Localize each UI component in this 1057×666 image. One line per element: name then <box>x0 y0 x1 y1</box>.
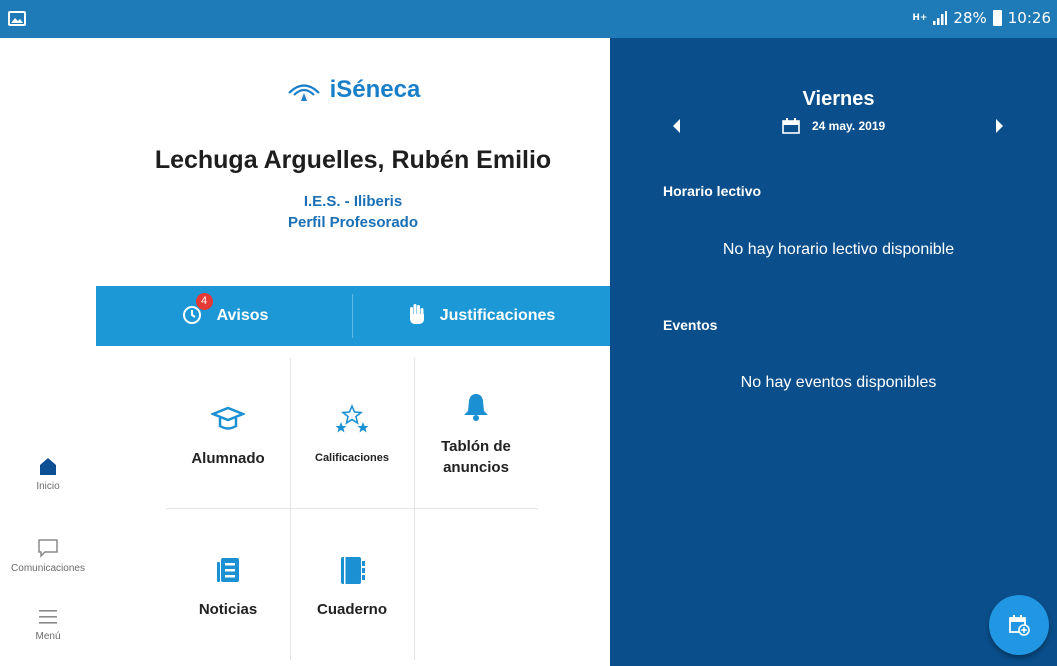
eventos-empty: No hay eventos disponibles <box>740 374 937 391</box>
stars-icon <box>290 403 414 441</box>
battery-percent: 28% <box>953 9 987 27</box>
shortcut-label: Tablón de anuncios <box>441 438 511 476</box>
tab-label: Justificaciones <box>439 307 556 324</box>
graduation-cap-icon <box>166 406 290 437</box>
notebook-icon <box>290 555 414 590</box>
previous-day-button[interactable] <box>673 119 680 133</box>
tab-divider <box>352 294 353 338</box>
tab-label: Avisos <box>216 307 269 324</box>
shortcut-grid: Alumnado Calificaciones Tablón de anunci… <box>166 358 538 660</box>
tab-avisos[interactable]: 4 Avisos <box>96 286 353 346</box>
shortcut-label: Calificaciones <box>315 452 389 464</box>
gallery-icon <box>8 11 26 26</box>
bell-icon <box>414 392 538 427</box>
horario-empty: No hay horario lectivo disponible <box>722 241 955 258</box>
rail-label: Inicio <box>36 481 60 492</box>
shortcut-label: Alumnado <box>191 450 265 467</box>
network-type: H+ <box>912 13 928 23</box>
agenda-day: Viernes <box>802 88 875 110</box>
rail-item-comunicaciones[interactable]: Comunicaciones <box>0 538 96 574</box>
next-day-button[interactable] <box>996 119 1003 133</box>
tab-justificaciones[interactable]: Justificaciones <box>353 286 610 346</box>
home-icon <box>40 458 56 475</box>
signal-icon <box>933 11 948 25</box>
tab-bar: 4 Avisos Justificaciones <box>96 286 610 346</box>
rail-item-menu[interactable]: Menú <box>0 608 96 642</box>
shortcut-cuaderno[interactable]: Cuaderno <box>290 509 414 660</box>
add-event-button[interactable] <box>989 595 1049 655</box>
battery-icon <box>992 10 1002 26</box>
clock: 10:26 <box>1007 9 1051 27</box>
shortcut-label: Cuaderno <box>316 601 387 618</box>
eventos-title: Eventos <box>663 317 718 333</box>
school-name: I.E.S. - Iliberis <box>303 193 403 210</box>
status-indicators: H+ 28% 10:26 <box>912 9 1051 27</box>
rail-label: Menú <box>35 631 61 642</box>
school-info: I.E.S. - Iliberis Perfil Profesorado <box>96 191 610 233</box>
agenda-panel: Viernes 24 may. 2019 Horario lectivo No … <box>610 38 1057 666</box>
user-name: Lechuga Arguelles, Rubén Emilio <box>154 146 552 174</box>
rail-label: Comunicaciones <box>11 563 85 574</box>
logo-text: iSéneca <box>329 76 421 103</box>
app-logo: iSéneca <box>96 76 610 104</box>
shortcut-calificaciones[interactable]: Calificaciones <box>290 358 414 509</box>
calendar-icon <box>782 118 800 134</box>
shortcut-alumnado[interactable]: Alumnado <box>166 358 290 509</box>
alarm-clock-icon: 4 <box>181 292 213 330</box>
horario-title: Horario lectivo <box>663 183 762 199</box>
calendar-add-icon <box>1009 615 1030 636</box>
agenda-date[interactable]: 24 may. 2019 <box>782 118 885 134</box>
nav-rail: Inicio Comunicaciones Menú <box>0 38 96 666</box>
shortcut-tablon[interactable]: Tablón de anuncios <box>414 358 538 509</box>
shortcut-noticias[interactable]: Noticias <box>166 509 290 660</box>
menu-icon <box>39 610 57 624</box>
wifi-arc-icon <box>287 84 320 101</box>
chat-icon <box>38 539 58 558</box>
date-text: 24 may. 2019 <box>812 119 886 133</box>
profile-name: Perfil Profesorado <box>287 214 419 231</box>
shortcut-label: Noticias <box>198 601 258 618</box>
notification-badge: 4 <box>195 292 213 310</box>
status-bar: H+ 28% 10:26 <box>0 0 1057 38</box>
hand-icon <box>408 303 426 330</box>
rail-item-inicio[interactable]: Inicio <box>0 456 96 492</box>
main-panel: iSéneca Lechuga Arguelles, Rubén Emilio … <box>96 38 610 666</box>
news-icon <box>166 557 290 588</box>
